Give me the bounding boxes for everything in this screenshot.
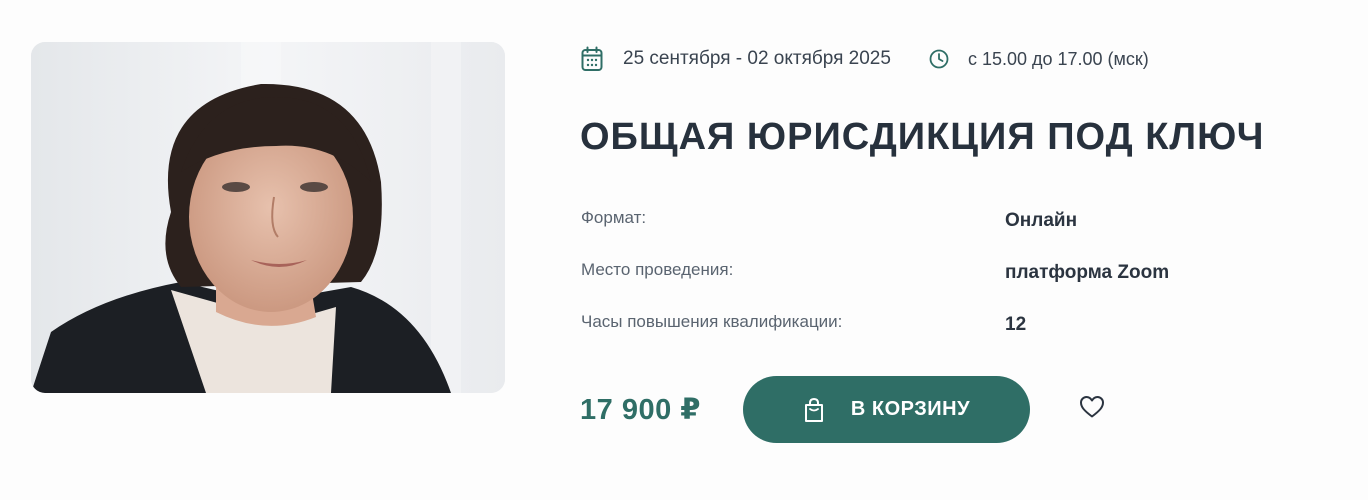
heart-icon: [1079, 395, 1105, 424]
detail-value: 12: [1005, 314, 1027, 335]
shopping-bag-icon: [803, 397, 825, 423]
detail-label: Место проведения:: [581, 260, 734, 279]
course-details: Формат: Онлайн Место проведения: платфор…: [581, 204, 1281, 360]
course-card: 25 сентября - 02 октября 2025 с 15.00 до…: [0, 0, 1368, 500]
clock-icon: [929, 49, 949, 69]
detail-row-venue: Место проведения: платформа Zoom: [581, 256, 1281, 308]
speaker-photo: [31, 42, 505, 393]
detail-value: платформа Zoom: [1005, 262, 1170, 283]
detail-label: Часы повышения квалификации:: [581, 312, 843, 331]
add-to-cart-button[interactable]: В КОРЗИНУ: [743, 376, 1030, 443]
course-title: ОБЩАЯ ЮРИСДИКЦИЯ ПОД КЛЮЧ: [580, 116, 1265, 158]
favorite-button[interactable]: [1076, 393, 1108, 425]
detail-value: Онлайн: [1005, 210, 1078, 231]
event-date-range: 25 сентября - 02 октября 2025: [623, 48, 891, 69]
event-meta: 25 сентября - 02 октября 2025 с 15.00 до…: [581, 44, 1149, 74]
course-price: 17 900 ₽: [580, 394, 701, 426]
detail-row-hours: Часы повышения квалификации: 12: [581, 308, 1281, 360]
calendar-icon: [581, 46, 603, 72]
event-time-range: с 15.00 до 17.00 (мск): [967, 48, 1149, 69]
add-to-cart-label: В КОРЗИНУ: [850, 398, 971, 420]
detail-row-format: Формат: Онлайн: [581, 204, 1281, 256]
detail-label: Формат:: [581, 208, 647, 227]
